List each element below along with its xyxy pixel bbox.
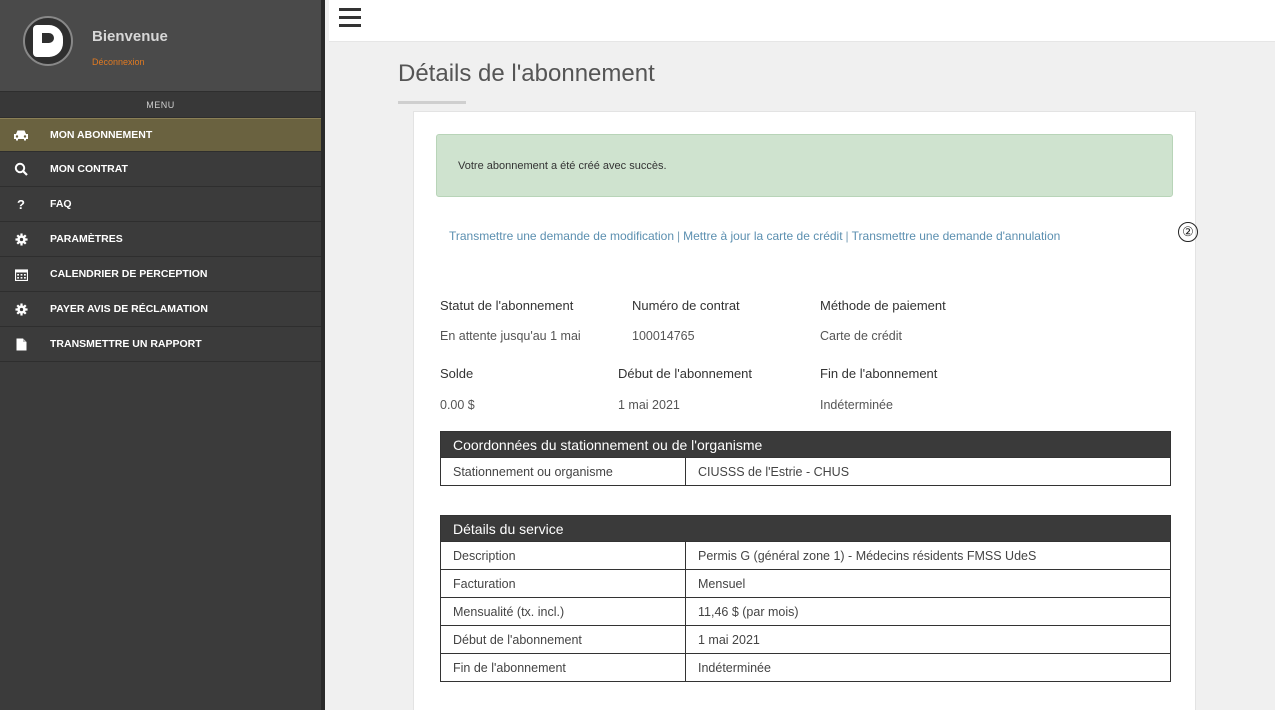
sidebar-item-calendrier[interactable]: CALENDRIER DE PERCEPTION xyxy=(0,257,321,292)
table-row: Description Permis G (général zone 1) - … xyxy=(440,541,1171,570)
contract-value: 100014765 xyxy=(632,329,695,343)
end-date-label: Fin de l'abonnement xyxy=(820,366,938,381)
table-key: Début de l'abonnement xyxy=(440,625,686,654)
table-row: Facturation Mensuel xyxy=(440,569,1171,598)
table-value: CIUSSS de l'Estrie - CHUS xyxy=(685,457,1171,486)
top-bar xyxy=(329,0,1275,42)
table-key: Facturation xyxy=(440,569,686,598)
page-title: Détails de l'abonnement xyxy=(398,60,655,87)
table-key: Fin de l'abonnement xyxy=(440,653,686,682)
service-details-table: Détails du service Description Permis G … xyxy=(440,515,1171,682)
contract-label: Numéro de contrat xyxy=(632,298,740,313)
action-links: Transmettre une demande de modification |… xyxy=(449,229,1061,243)
parking-table-header: Coordonnées du stationnement ou de l'org… xyxy=(440,431,1171,458)
sidebar-item-label: PAYER AVIS DE RÉCLAMATION xyxy=(50,303,208,315)
status-value: En attente jusqu'au 1 mai xyxy=(440,329,581,343)
sidebar-item-faq[interactable]: ? FAQ xyxy=(0,187,321,222)
sidebar-item-mon-contrat[interactable]: MON CONTRAT xyxy=(0,152,321,187)
table-key: Description xyxy=(440,541,686,570)
logout-link[interactable]: Déconnexion xyxy=(92,57,145,67)
profile-panel: SPAQ Bienvenue Déconnexion xyxy=(0,0,321,92)
request-modification-link[interactable]: Transmettre une demande de modification xyxy=(449,229,674,243)
table-value: Mensuel xyxy=(685,569,1171,598)
sidebar-item-mon-abonnement[interactable]: MON ABONNEMENT xyxy=(0,118,321,152)
update-credit-card-link[interactable]: Mettre à jour la carte de crédit xyxy=(683,229,842,243)
balance-label: Solde xyxy=(440,366,474,381)
status-label: Statut de l'abonnement xyxy=(440,298,574,313)
car-icon xyxy=(12,128,30,142)
table-key: Mensualité (tx. incl.) xyxy=(440,597,686,626)
gear-icon xyxy=(12,302,30,316)
payment-method-value: Carte de crédit xyxy=(820,329,902,343)
search-icon xyxy=(12,162,30,176)
table-row: Début de l'abonnement 1 mai 2021 xyxy=(440,625,1171,654)
menu-label: MENU xyxy=(0,92,321,118)
table-value: Indéterminée xyxy=(685,653,1171,682)
table-value: 11,46 $ (par mois) xyxy=(685,597,1171,626)
table-value: Permis G (général zone 1) - Médecins rés… xyxy=(685,541,1171,570)
gear-icon xyxy=(12,232,30,246)
start-date-label: Début de l'abonnement xyxy=(618,366,753,381)
table-value: 1 mai 2021 xyxy=(685,625,1171,654)
success-alert: Votre abonnement a été créé avec succès. xyxy=(436,134,1173,197)
sidebar-item-label: CALENDRIER DE PERCEPTION xyxy=(50,268,208,280)
calendar-icon xyxy=(12,267,30,281)
request-cancellation-link[interactable]: Transmettre une demande d'annulation xyxy=(852,229,1061,243)
welcome-text: Bienvenue xyxy=(92,28,168,45)
service-table-header: Détails du service xyxy=(440,515,1171,542)
balance-value: 0.00 $ xyxy=(440,398,475,412)
sidebar-item-label: PARAMÈTRES xyxy=(50,233,123,245)
start-date-value: 1 mai 2021 xyxy=(618,398,680,412)
table-row: Mensualité (tx. incl.) 11,46 $ (par mois… xyxy=(440,597,1171,626)
sidebar-item-transmettre-rapport[interactable]: TRANSMETTRE UN RAPPORT xyxy=(0,327,321,362)
file-icon xyxy=(12,337,30,351)
table-row: Fin de l'abonnement Indéterminée xyxy=(440,653,1171,682)
table-row: Stationnement ou organisme CIUSSS de l'E… xyxy=(440,457,1171,486)
sidebar: SPAQ Bienvenue Déconnexion MENU MON ABON… xyxy=(0,0,325,710)
end-date-value: Indéterminée xyxy=(820,398,893,412)
sidebar-item-parametres[interactable]: PARAMÈTRES xyxy=(0,222,321,257)
sidebar-item-label: TRANSMETTRE UN RAPPORT xyxy=(50,338,202,350)
sidebar-item-label: MON CONTRAT xyxy=(50,163,128,175)
sidebar-item-label: MON ABONNEMENT xyxy=(50,129,153,141)
annotation-badge: ② xyxy=(1178,222,1198,242)
hamburger-menu-icon[interactable] xyxy=(339,8,361,28)
subscription-details-card: Votre abonnement a été créé avec succès.… xyxy=(413,111,1198,710)
parking-table: Coordonnées du stationnement ou de l'org… xyxy=(440,431,1171,486)
title-underline xyxy=(398,101,466,104)
table-key: Stationnement ou organisme xyxy=(440,457,686,486)
spaq-logo: SPAQ xyxy=(23,16,73,66)
sidebar-item-label: FAQ xyxy=(50,198,72,210)
sidebar-item-payer-avis[interactable]: PAYER AVIS DE RÉCLAMATION xyxy=(0,292,321,327)
payment-method-label: Méthode de paiement xyxy=(820,298,946,313)
question-icon: ? xyxy=(17,196,25,212)
